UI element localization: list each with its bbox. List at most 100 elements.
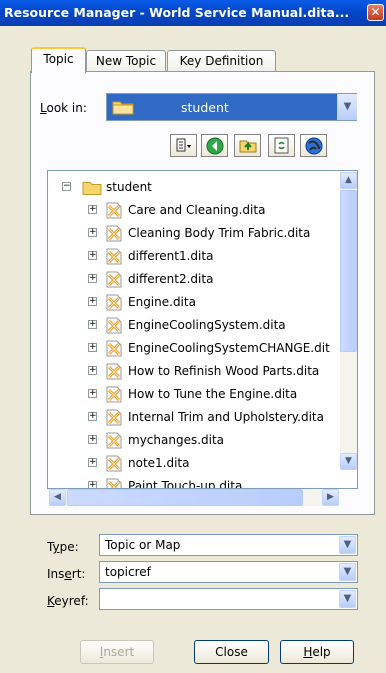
dita-file-icon	[106, 478, 122, 488]
tree-root-label: student	[106, 180, 152, 194]
type-select[interactable]: Topic or Map ▼	[99, 534, 358, 556]
dita-file-icon	[106, 409, 122, 426]
expand-icon[interactable]: +	[88, 389, 97, 398]
dita-file-icon	[106, 317, 122, 334]
tree-file-item[interactable]: + How to Tune the Engine.dita	[48, 384, 348, 405]
view-menu-button[interactable]	[170, 134, 197, 157]
scroll-right-button[interactable]: ▶	[322, 489, 339, 506]
refresh-button[interactable]	[268, 134, 295, 157]
type-value: Topic or Map	[105, 538, 181, 552]
expand-icon[interactable]: +	[88, 412, 97, 421]
dita-file-icon	[106, 340, 122, 357]
tree-file-item[interactable]: + different2.dita	[48, 269, 348, 290]
look-in-dropdown-button[interactable]: ▼	[337, 94, 357, 120]
dita-file-icon	[106, 386, 122, 403]
dita-file-icon	[106, 248, 122, 265]
insert-value: topicref	[105, 565, 151, 579]
scroll-left-button[interactable]: ◀	[49, 489, 66, 506]
help-button[interactable]: Help	[280, 640, 354, 664]
file-tree[interactable]: − student + Care and Cleaning.dita + Cleani…	[47, 170, 358, 489]
tree-file-item[interactable]: + Internal Trim and Upholstery.dita	[48, 407, 348, 428]
tree-file-label: Paint Touch-up.dita	[128, 479, 243, 489]
tree-file-label: EngineCoolingSystem.dita	[128, 318, 286, 332]
tree-file-label: Internal Trim and Upholstery.dita	[128, 410, 324, 424]
tree-file-item[interactable]: + Care and Cleaning.dita	[48, 200, 348, 221]
tree-file-item[interactable]: + mychanges.dita	[48, 430, 348, 451]
globe-button[interactable]	[300, 134, 327, 157]
insert-dropdown-button[interactable]: ▼	[339, 563, 356, 581]
scroll-down-button[interactable]: ▼	[340, 453, 357, 470]
tree-file-item[interactable]: + Engine.dita	[48, 292, 348, 313]
tree-file-item[interactable]: + different1.dita	[48, 246, 348, 267]
view-menu-icon	[176, 138, 191, 152]
expand-icon[interactable]: +	[88, 320, 97, 329]
tab-new-topic[interactable]: New Topic	[86, 50, 166, 72]
tree-horizontal-scrollbar[interactable]: ◀ ▶	[49, 489, 339, 506]
dita-file-icon	[106, 455, 122, 472]
up-folder-button[interactable]	[234, 134, 261, 157]
expand-icon[interactable]: +	[88, 366, 97, 375]
tree-file-label: different2.dita	[128, 272, 214, 286]
close-button[interactable]: Close	[194, 640, 269, 664]
resource-manager-dialog: Resource Manager - World Service Manual.…	[0, 0, 386, 673]
expand-icon[interactable]: +	[88, 458, 97, 467]
type-label: Type:	[47, 540, 79, 554]
tree-file-label: Cleaning Body Trim Fabric.dita	[128, 226, 311, 240]
vertical-scroll-thumb[interactable]	[340, 190, 357, 352]
dita-file-icon	[106, 294, 122, 311]
tree-root-student[interactable]: − student	[48, 177, 338, 198]
expand-icon[interactable]: +	[88, 274, 97, 283]
tab-topic[interactable]: Topic	[31, 47, 86, 73]
expand-icon[interactable]: +	[88, 297, 97, 306]
tree-file-item[interactable]: + EngineCoolingSystem.dita	[48, 315, 348, 336]
tree-file-label: Engine.dita	[128, 295, 196, 309]
tree-file-label: Care and Cleaning.dita	[128, 203, 266, 217]
tab-key-definition[interactable]: Key Definition	[167, 50, 276, 72]
insert-select[interactable]: topicref ▼	[99, 561, 358, 583]
tree-file-label: How to Refinish Wood Parts.dita	[128, 364, 320, 378]
tree-file-label: How to Tune the Engine.dita	[128, 387, 298, 401]
look-in-select[interactable]: student	[106, 93, 357, 121]
globe-icon	[305, 137, 323, 155]
tree-file-item[interactable]: + note1.dita	[48, 453, 348, 474]
close-window-button[interactable]: ✕	[367, 4, 384, 21]
refresh-icon	[274, 137, 289, 154]
dita-file-icon	[106, 363, 122, 380]
tree-file-item[interactable]: + How to Refinish Wood Parts.dita	[48, 361, 348, 382]
tree-file-label: EngineCoolingSystemCHANGE.dit	[128, 341, 330, 355]
dita-file-icon	[106, 202, 122, 219]
scroll-up-button[interactable]: ▲	[340, 172, 357, 189]
horizontal-scroll-thumb[interactable]	[67, 489, 303, 506]
folder-icon	[112, 101, 134, 115]
expand-icon[interactable]: +	[88, 343, 97, 352]
keyref-label: Keyref:	[47, 594, 89, 608]
expand-icon[interactable]: +	[88, 251, 97, 260]
folder-icon	[82, 182, 102, 195]
look-in-value: student	[181, 100, 229, 115]
tree-vertical-scrollbar[interactable]: ▲ ▼	[340, 172, 357, 470]
collapse-icon[interactable]: −	[62, 182, 71, 191]
window-title: Resource Manager - World Service Manual.…	[4, 5, 350, 20]
tree-file-item[interactable]: + Paint Touch-up.dita	[48, 476, 348, 489]
tree-file-item[interactable]: + Cleaning Body Trim Fabric.dita	[48, 223, 348, 244]
expand-icon[interactable]: +	[88, 481, 97, 488]
expand-icon[interactable]: +	[88, 205, 97, 214]
tree-file-item[interactable]: + EngineCoolingSystemCHANGE.dit	[48, 338, 348, 359]
dita-file-icon	[106, 225, 122, 242]
insert-button[interactable]: Insert	[80, 640, 154, 664]
tree-file-label: mychanges.dita	[128, 433, 225, 447]
keyref-select[interactable]: ▼	[99, 588, 358, 610]
expand-icon[interactable]: +	[88, 435, 97, 444]
back-icon	[206, 137, 224, 155]
expand-icon[interactable]: +	[88, 228, 97, 237]
insert-label: Insert:	[47, 567, 86, 581]
keyref-dropdown-button[interactable]: ▼	[339, 590, 356, 608]
tree-file-label: different1.dita	[128, 249, 214, 263]
dita-file-icon	[106, 271, 122, 288]
tree-file-label: note1.dita	[128, 456, 190, 470]
up-folder-icon	[239, 140, 257, 153]
look-in-label: Look in:	[40, 101, 87, 115]
title-bar[interactable]: Resource Manager - World Service Manual.…	[0, 0, 386, 26]
back-button[interactable]	[201, 134, 228, 157]
type-dropdown-button[interactable]: ▼	[339, 536, 356, 554]
